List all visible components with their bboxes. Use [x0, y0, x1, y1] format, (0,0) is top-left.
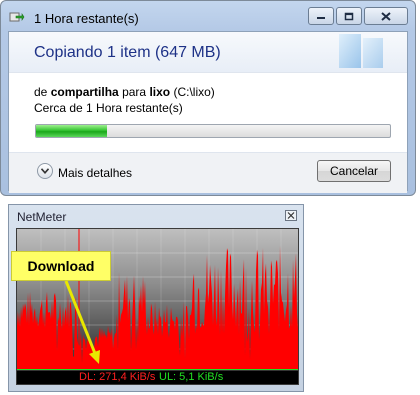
callout-arrow-icon — [64, 280, 100, 364]
